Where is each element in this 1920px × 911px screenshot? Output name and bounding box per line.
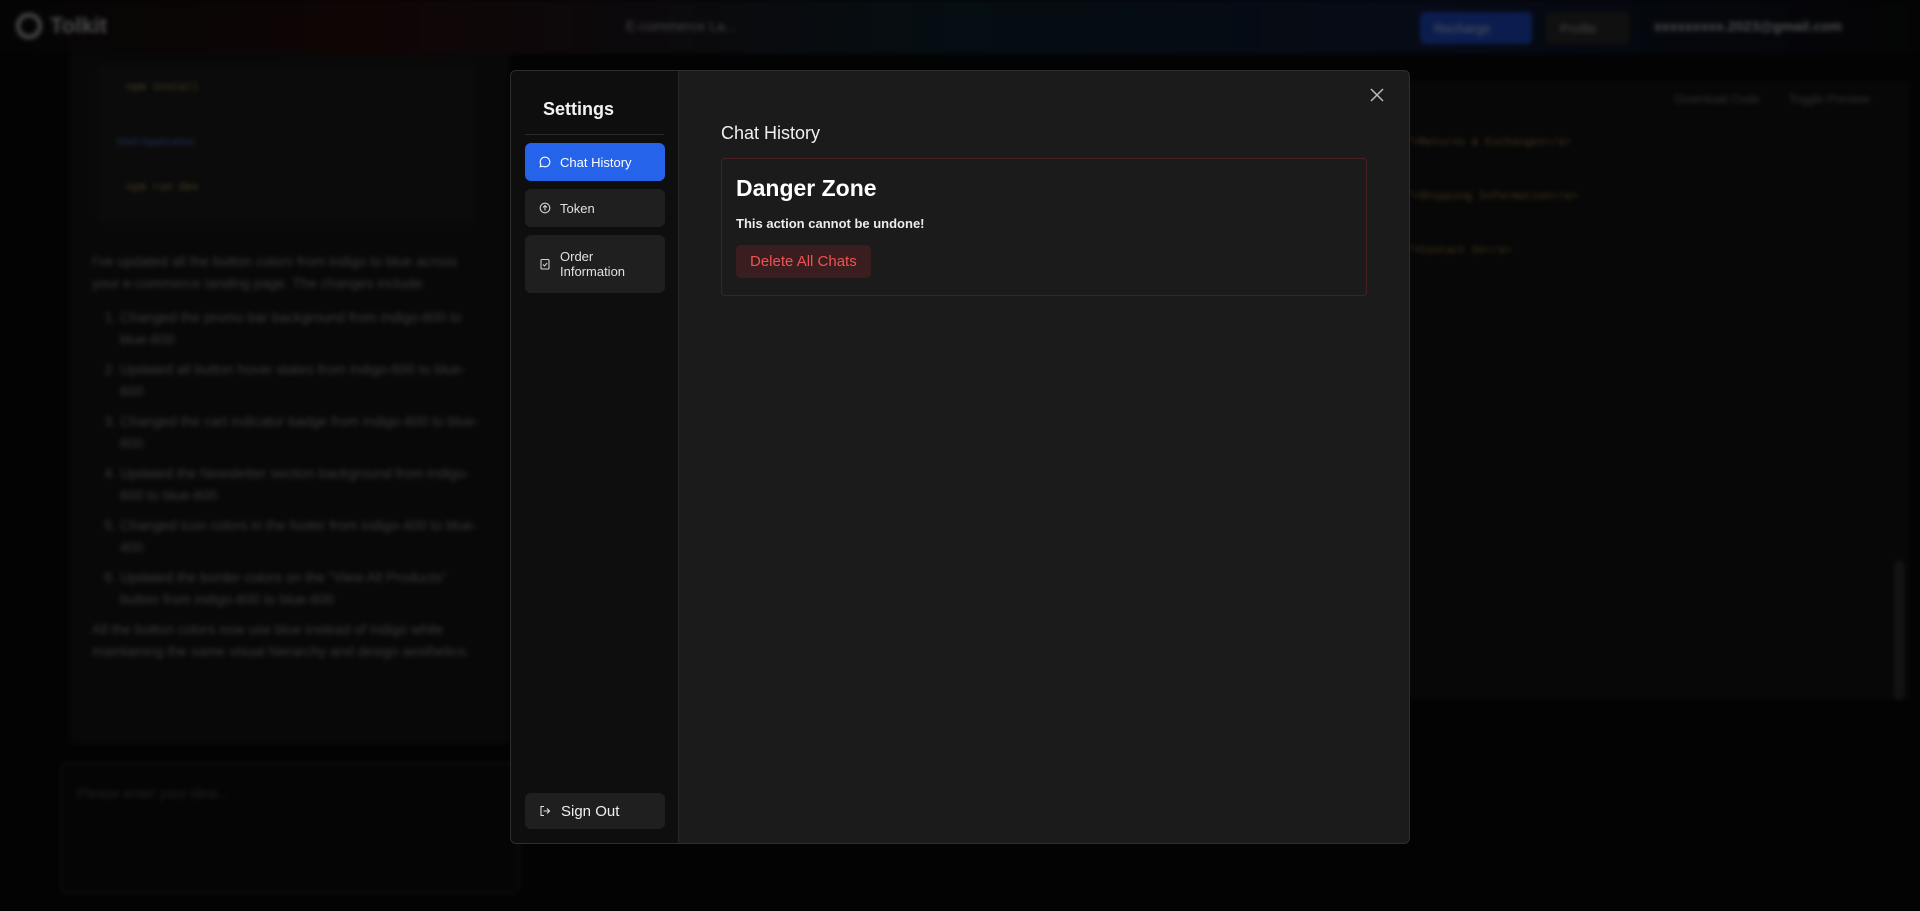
sidebar-item-label: Chat History — [560, 154, 632, 170]
sidebar-item-token[interactable]: Token — [525, 189, 665, 227]
sidebar-item-chat-history[interactable]: Chat History — [525, 143, 665, 181]
danger-zone-warning: This action cannot be undone! — [736, 216, 925, 231]
sign-out-label: Sign Out — [561, 802, 620, 820]
sidebar-item-label: Token — [560, 200, 595, 216]
settings-sidebar: Settings Chat History Token Order Inform… — [511, 71, 679, 843]
sidebar-item-order-information[interactable]: Order Information — [525, 235, 665, 293]
sidebar-item-label: Order Information — [560, 249, 626, 279]
token-icon — [539, 202, 551, 214]
logout-icon — [539, 805, 551, 817]
settings-content: Chat History Danger Zone This action can… — [679, 71, 1409, 843]
delete-all-chats-button[interactable]: Delete All Chats — [736, 245, 871, 278]
section-title: Chat History — [721, 123, 821, 143]
danger-zone-panel: Danger Zone This action cannot be undone… — [721, 158, 1367, 296]
sign-out-button[interactable]: Sign Out — [525, 793, 665, 829]
danger-zone-title: Danger Zone — [736, 175, 877, 201]
chat-bubble-icon — [539, 156, 551, 168]
close-icon[interactable] — [1367, 85, 1387, 105]
settings-title: Settings — [525, 71, 664, 135]
clipboard-check-icon — [539, 258, 551, 270]
settings-modal: Settings Chat History Token Order Inform… — [510, 70, 1410, 844]
